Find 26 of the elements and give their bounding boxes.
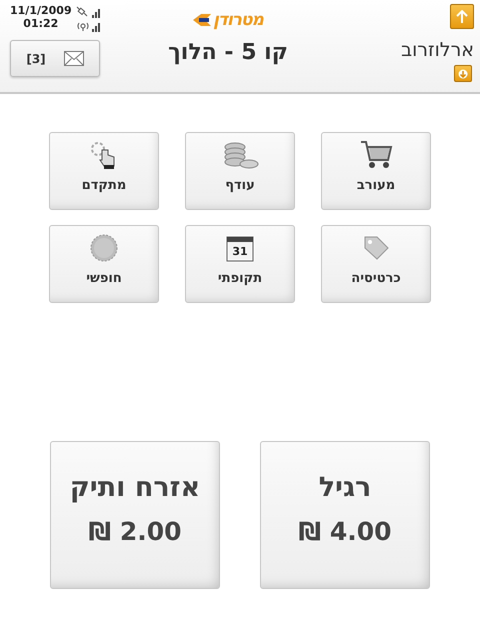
fare-price: 4.00 ₪: [298, 517, 392, 546]
fare-name: אזרח ותיק: [70, 472, 200, 503]
fare-name: רגיל: [318, 472, 372, 503]
down-arrow-icon: [458, 68, 468, 78]
logo-arrow-icon: [193, 13, 212, 27]
ticket-type-button[interactable]: חופשי: [49, 225, 159, 303]
ticket-type-button[interactable]: מתקדם: [49, 132, 159, 210]
status-time: 01:22: [23, 17, 58, 30]
status-date: 11/1/2009: [10, 4, 72, 17]
down-button[interactable]: [454, 65, 472, 82]
ticket-type-button[interactable]: מעורב: [321, 132, 431, 210]
messages-button[interactable]: [3]: [10, 40, 100, 77]
cart-icon: [359, 140, 393, 170]
up-button[interactable]: [450, 4, 474, 29]
network-signal-icon: [76, 20, 102, 32]
logo-text: מטרודן: [213, 10, 263, 30]
seal-icon: [89, 233, 119, 263]
ticket-type-button[interactable]: עודף: [185, 132, 295, 210]
station-name: ארלוזרוב: [401, 39, 474, 61]
gps-signal-icon: [76, 6, 102, 18]
up-arrow-icon: [456, 10, 468, 24]
route-title: קו 5 - הלוך: [168, 40, 288, 65]
ticket-type-button[interactable]: כרטיסיה: [321, 225, 431, 303]
calendar-icon: 31: [225, 235, 255, 263]
fare-price: 2.00 ₪: [88, 517, 182, 546]
envelope-icon: [64, 51, 84, 66]
